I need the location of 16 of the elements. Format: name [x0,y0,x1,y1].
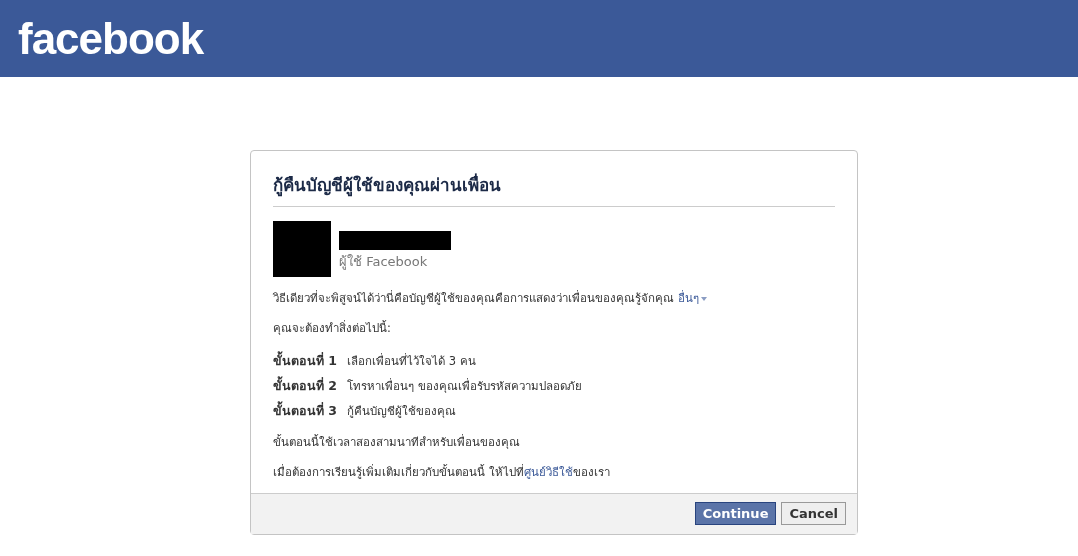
dialog-title: กู้คืนบัญชีผู้ใช้ของคุณผ่านเพื่อน [273,171,835,207]
note-text: ขั้นตอนนี้ใช้เวลาสองสามนาทีสำหรับเพื่อนของคุณ [273,433,521,451]
help-text: เมื่อต้องการเรียนรู้เพิ่มเติมเกี่ยวกับขั้นตอนนี้ ให้ไปที่ศูนย์วิธีใช้ของเรา [273,463,611,481]
redacted-avatar [273,221,331,277]
step-text: ขั้นตอนที่ 2 โทรหาเพื่อนๆ ของคุณเพื่อรับรหัสความปลอดภัย [273,376,583,395]
caret-icon [700,296,707,301]
continue-button[interactable]: Continue [694,502,777,525]
logo[interactable]: facebook [18,13,204,64]
help-center-link[interactable]: ศูนย์วิธีใช้ [523,465,573,479]
intro-text: วิธีเดียวที่จะพิสูจน์ได้ว่านี่คือบัญชีผู้ใช้ของคุณคือการแสดงว่าเพื่อนของคุณรู้จักคุณ อื่นๆ [273,289,835,307]
cancel-button[interactable]: Cancel [781,502,846,525]
step-text: ขั้นตอนที่ 3 กู้คืนบัญชีผู้ใช้ของคุณ [273,401,458,420]
more-link[interactable]: อื่นๆ [677,291,707,305]
account-subtitle: ผู้ใช้ Facebook [339,253,429,272]
lead-text: คุณจะต้องทำสิ่งต่อไปนี้: [273,319,392,337]
step-text: ขั้นตอนที่ 1 เลือกเพื่อนที่ไว้ใจได้ 3 คน [273,351,477,370]
